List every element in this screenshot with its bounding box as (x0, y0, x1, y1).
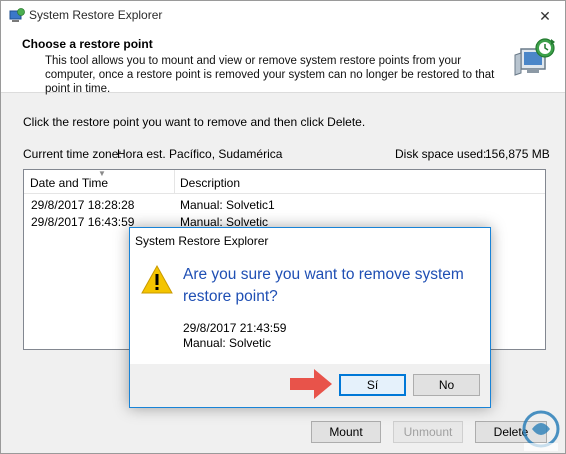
dialog-title: System Restore Explorer (135, 234, 269, 248)
timezone-value: Hora est. Pacífico, Sudamérica (117, 147, 283, 161)
dialog-point-description: Manual: Solvetic (183, 336, 272, 350)
close-button[interactable]: ✕ (525, 1, 565, 31)
table-row[interactable]: 29/8/2017 18:28:28 Manual: Solvetic1 (24, 196, 545, 213)
header-description: This tool allows you to mount and view o… (45, 55, 495, 95)
no-button[interactable]: No (413, 374, 480, 396)
restore-app-icon (9, 8, 25, 22)
dialog-point-date: 29/8/2017 21:43:59 (183, 321, 287, 335)
title-bar: System Restore Explorer ✕ (1, 1, 565, 31)
mount-button[interactable]: Mount (311, 421, 381, 443)
row-date: 29/8/2017 18:28:28 (31, 198, 135, 212)
red-arrow-icon (290, 369, 332, 399)
sort-arrow-icon: ▼ (98, 169, 106, 178)
timezone-label: Current time zone: (23, 147, 122, 161)
warning-triangle-icon (141, 264, 173, 294)
computer-restore-icon (514, 38, 555, 76)
disk-space-value: 156,875 MB (485, 147, 550, 161)
dialog-question: Are you sure you want to remove system r… (183, 266, 464, 305)
list-header: Date and Time ▼ Description (24, 169, 545, 194)
column-header-description[interactable]: Description (180, 176, 240, 190)
instruction-text: Click the restore point you want to remo… (23, 115, 366, 129)
header-panel: Choose a restore point This tool allows … (1, 31, 565, 95)
yes-button[interactable]: Sí (339, 374, 406, 396)
column-divider[interactable] (174, 170, 175, 194)
confirm-dialog: System Restore Explorer Are you sure you… (129, 227, 491, 408)
close-icon: ✕ (539, 7, 551, 24)
row-description: Manual: Solvetic1 (180, 198, 275, 212)
unmount-button[interactable]: Unmount (393, 421, 463, 443)
window-title: System Restore Explorer (29, 8, 163, 22)
column-header-date[interactable]: Date and Time (30, 176, 108, 190)
solvetic-logo-icon (522, 410, 560, 451)
disk-space-label: Disk space used: (395, 147, 487, 161)
row-date: 29/8/2017 16:43:59 (31, 215, 135, 229)
header-title: Choose a restore point (22, 37, 153, 51)
